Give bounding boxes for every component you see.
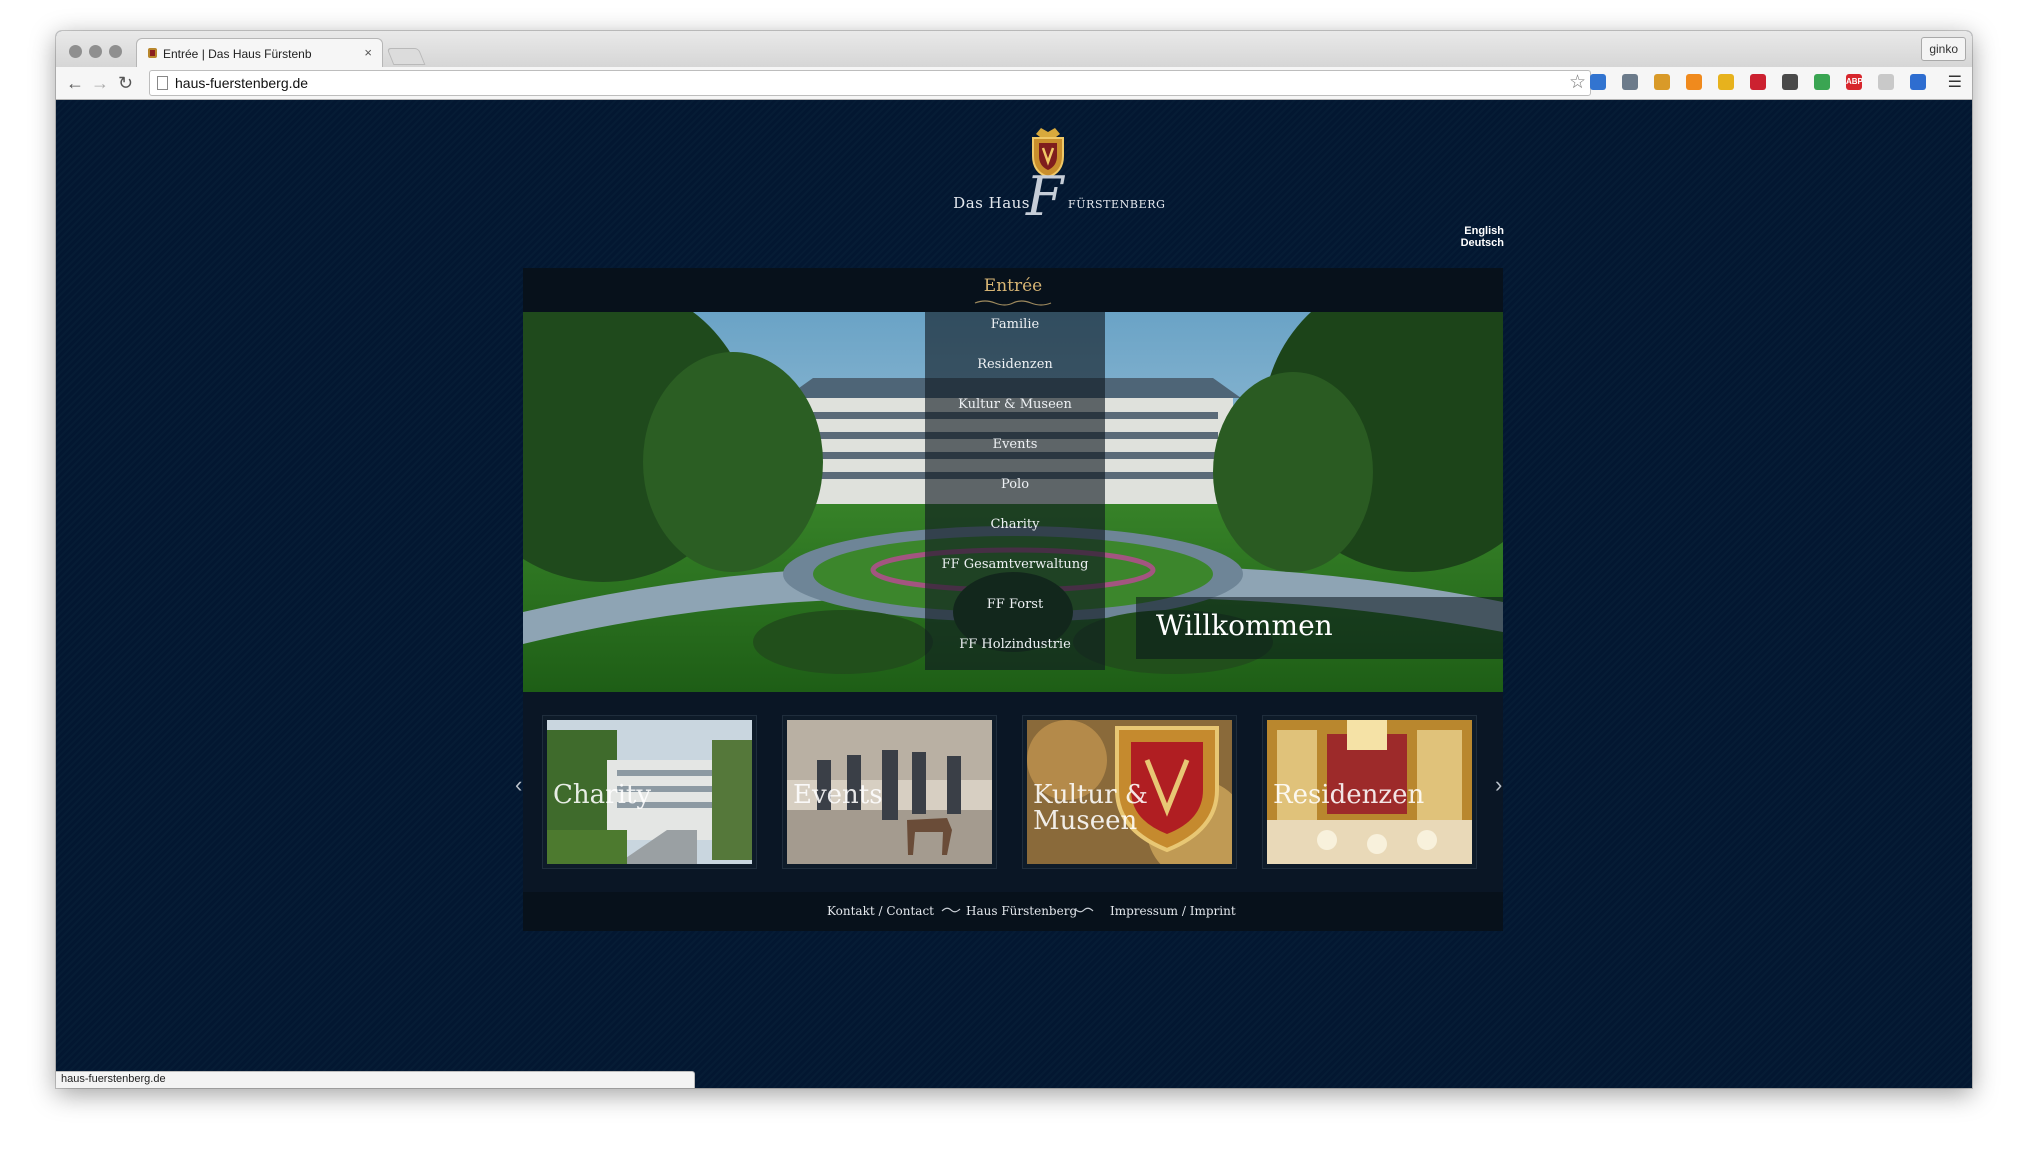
status-bar: haus-fuerstenberg.de xyxy=(56,1071,695,1088)
carousel-next-arrow-icon[interactable]: › xyxy=(1495,772,1502,798)
eyedropper-icon[interactable] xyxy=(1622,74,1638,90)
maximize-window-button[interactable] xyxy=(109,45,122,58)
footer-imprint-link[interactable]: Impressum / Imprint xyxy=(1110,904,1236,918)
url-text: haus-fuerstenberg.de xyxy=(175,75,309,91)
language-english-link[interactable]: English xyxy=(1461,225,1504,237)
page-icon xyxy=(157,76,168,90)
menu-item-ff-gesamtverwaltung[interactable]: FF Gesamtverwaltung xyxy=(925,552,1105,592)
tile-label: Events xyxy=(793,780,883,810)
teaser-tile-residenzen[interactable]: Residenzen xyxy=(1263,716,1476,868)
language-deutsch-link[interactable]: Deutsch xyxy=(1461,237,1504,249)
hamburger-menu-icon[interactable]: ☰ xyxy=(1948,72,1962,92)
tab-active[interactable]: Entrée | Das Haus Fürstenb × xyxy=(136,38,383,68)
menu-item-residenzen[interactable]: Residenzen xyxy=(925,352,1105,392)
menu-item-ff-holzindustrie[interactable]: FF Holzindustrie xyxy=(925,632,1105,672)
address-bar[interactable]: haus-fuerstenberg.de ☆ xyxy=(149,70,1591,96)
menu-item-events[interactable]: Events xyxy=(925,432,1105,472)
bookmark-folder-icon[interactable] xyxy=(1654,74,1670,90)
profile-button[interactable]: ginko xyxy=(1921,37,1966,61)
main-menu: Familie Residenzen Kultur & Museen Event… xyxy=(925,312,1105,670)
nav-header: Entrée xyxy=(523,268,1503,313)
back-arrow-icon[interactable]: ← xyxy=(66,71,84,95)
logo-text-right: Fürstenberg xyxy=(1068,198,1166,211)
bookmark-star-icon[interactable]: ☆ xyxy=(1569,71,1586,94)
reload-icon[interactable]: ↻ xyxy=(118,71,133,95)
site-logo[interactable]: Das Haus F Fürstenberg xyxy=(918,120,1178,230)
tab-title: Entrée | Das Haus Fürstenb xyxy=(163,47,312,61)
menu-item-familie[interactable]: Familie xyxy=(925,312,1105,352)
tile-label: Charity xyxy=(553,780,652,810)
tab-strip: Entrée | Das Haus Fürstenb × ginko xyxy=(56,31,1972,68)
site-footer: Kontakt / Contact Haus Fürstenberg Impre… xyxy=(523,892,1503,931)
menu-item-charity[interactable]: Charity xyxy=(925,512,1105,552)
browser-window: Entrée | Das Haus Fürstenb × ginko ← → ↻… xyxy=(56,31,1972,1088)
teaser-tile-charity[interactable]: Charity xyxy=(543,716,756,868)
star-ext-icon[interactable] xyxy=(1782,74,1798,90)
adblock-icon[interactable]: ABP xyxy=(1846,74,1863,90)
browser-toolbar: ← → ↻ haus-fuerstenberg.de ☆ ABP ☰ xyxy=(56,67,1972,100)
menu-item-polo[interactable]: Polo xyxy=(925,472,1105,512)
menu-item-kultur-museen[interactable]: Kultur & Museen xyxy=(925,392,1105,432)
menu-item-ff-forst[interactable]: FF Forst xyxy=(925,592,1105,632)
footer-contact-link[interactable]: Kontakt / Contact xyxy=(827,904,934,918)
tile-label: Kultur & Museen xyxy=(1033,780,1148,836)
page-content: Das Haus F Fürstenberg English Deutsch E… xyxy=(56,100,1972,1088)
new-tab-button[interactable] xyxy=(386,48,426,65)
plug-icon[interactable] xyxy=(1718,74,1734,90)
main-stage: Entrée Familie Residenzen Kultur & Musee… xyxy=(515,268,1503,931)
teaser-tile-events[interactable]: Events xyxy=(783,716,996,868)
minimize-window-button[interactable] xyxy=(89,45,102,58)
logo-text-left: Das Haus xyxy=(953,194,1030,212)
hero-caption: Willkommen xyxy=(1156,609,1333,642)
cloud-icon[interactable] xyxy=(1878,74,1894,90)
hero-image: Familie Residenzen Kultur & Museen Event… xyxy=(523,312,1503,692)
language-switcher: English Deutsch xyxy=(1461,225,1504,249)
flourish-ornament-icon xyxy=(974,300,1052,306)
footer-home-link[interactable]: Haus Fürstenberg xyxy=(966,904,1077,918)
nav-title-entree[interactable]: Entrée xyxy=(523,276,1503,296)
teaser-tile-kultur-museen[interactable]: Kultur & Museen xyxy=(1023,716,1236,868)
layers-icon[interactable] xyxy=(1814,74,1830,90)
forward-arrow-icon[interactable]: → xyxy=(91,71,109,95)
chart-icon[interactable] xyxy=(1686,74,1702,90)
hero-caption-box: Willkommen xyxy=(1136,597,1503,659)
close-window-button[interactable] xyxy=(69,45,82,58)
status-url: haus-fuerstenberg.de xyxy=(61,1073,166,1085)
carousel-prev-arrow-icon[interactable]: ‹ xyxy=(515,772,522,798)
delicious-2-icon[interactable] xyxy=(1910,74,1926,90)
delicious-icon[interactable] xyxy=(1590,74,1606,90)
logo-monogram: F xyxy=(1026,165,1064,228)
grid-icon[interactable] xyxy=(1750,74,1766,90)
footer-ornament-left-icon xyxy=(941,907,961,913)
tab-close-icon[interactable]: × xyxy=(364,45,372,60)
tile-label: Residenzen xyxy=(1273,780,1425,810)
teaser-carousel: ‹ Charity Events Kultur & Museen Residen… xyxy=(515,692,1503,888)
footer-ornament-right-icon xyxy=(1074,907,1094,913)
crest-favicon-icon xyxy=(148,48,157,58)
